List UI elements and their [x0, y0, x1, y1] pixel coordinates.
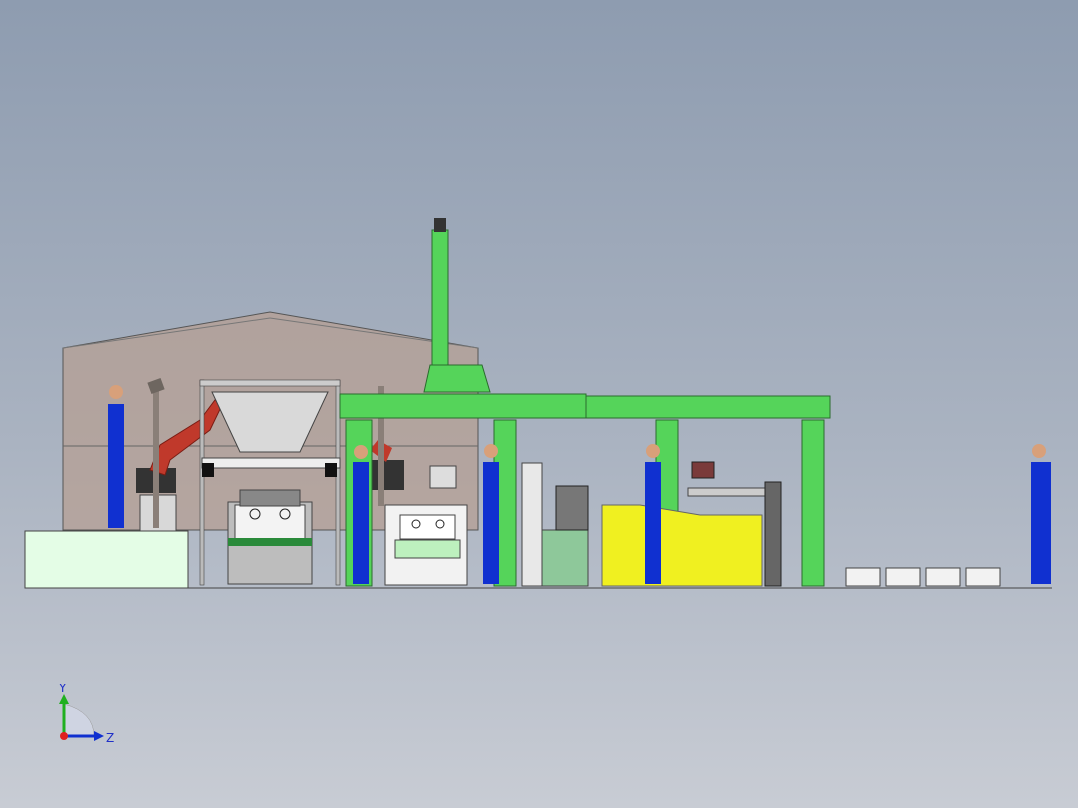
product-pallets — [845, 567, 1001, 587]
left-base-platform — [24, 530, 189, 589]
yellow-conveyor — [601, 461, 782, 587]
control-cabinet — [521, 462, 589, 587]
axis-triad-icon: Y Z — [58, 684, 114, 745]
assembly-model[interactable] — [0, 0, 1078, 808]
axis-label-y: Y — [58, 684, 67, 695]
cad-viewport[interactable]: Y Z — [0, 0, 1078, 808]
axis-label-z: Z — [106, 731, 114, 745]
